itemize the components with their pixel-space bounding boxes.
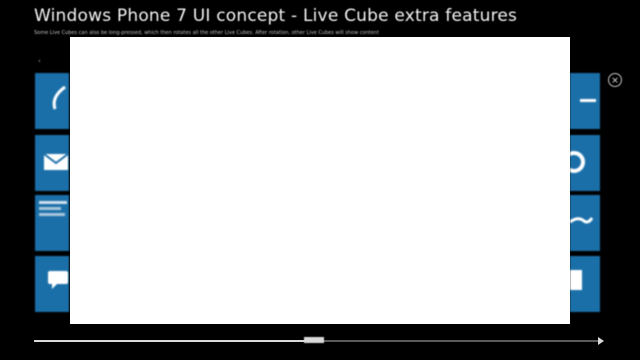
tile-blog[interactable] [570,73,600,129]
tile-messaging[interactable] [35,256,69,312]
progress-fill [34,340,318,342]
mail-icon [43,153,69,171]
tile-internet-explorer[interactable] [570,135,600,191]
page-title: Windows Phone 7 UI concept - Live Cube e… [34,6,518,26]
phone-icon [49,85,69,111]
back-arrow-icon[interactable]: ‹ [38,57,41,65]
tile-messages-preview[interactable] [35,195,69,251]
page-subtitle: Some Live Cubes can also be long-pressed… [34,30,379,36]
tile-phone[interactable] [35,73,69,129]
play-icon[interactable] [598,337,604,345]
tile-preview-text [39,201,69,216]
tile-marketplace[interactable] [570,256,600,312]
blank-overlay-panel [70,37,570,324]
tile-mail[interactable] [35,135,69,191]
xbox-icon [570,213,594,227]
progress-thumb[interactable] [304,337,324,343]
internet-explorer-icon [570,151,586,173]
tile-xbox[interactable] [570,195,600,251]
messaging-icon [47,270,69,290]
tile-blog-text [580,99,596,102]
close-button[interactable]: × [608,73,622,87]
marketplace-icon [570,268,586,292]
